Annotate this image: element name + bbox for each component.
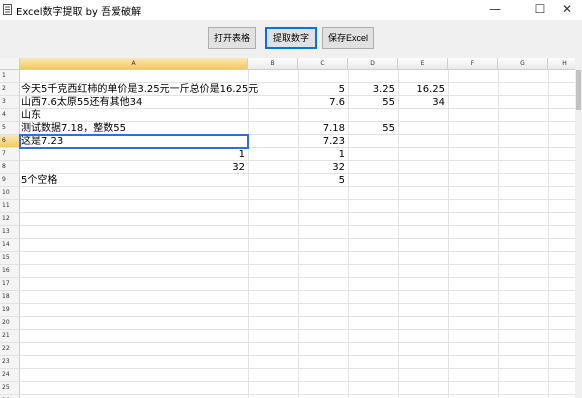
row-header[interactable]: 19: [0, 304, 20, 317]
grid-line: [20, 290, 582, 291]
title-bar: Excel数字提取 by 吾爱破解 — ☐ ✕: [0, 0, 582, 20]
cell-c5[interactable]: 7.18: [298, 122, 348, 135]
window-title: Excel数字提取 by 吾爱破解: [16, 7, 142, 18]
row-header[interactable]: 16: [0, 265, 20, 278]
row-header[interactable]: 7: [0, 148, 20, 161]
grid-line: [20, 303, 582, 304]
grid-line: [20, 394, 582, 395]
grid-line: [20, 212, 582, 213]
column-header-b[interactable]: B: [248, 58, 298, 70]
cell-a3[interactable]: 山西7.6太原55还有其他34: [20, 96, 248, 109]
row-header[interactable]: 9: [0, 174, 20, 187]
row-header[interactable]: 10: [0, 187, 20, 200]
cell-a7[interactable]: 1: [20, 148, 248, 161]
row-header[interactable]: 22: [0, 343, 20, 356]
row-header[interactable]: 24: [0, 369, 20, 382]
row-header[interactable]: 20: [0, 317, 20, 330]
cell-c3[interactable]: 7.6: [298, 96, 348, 109]
grid-line: [248, 70, 249, 398]
column-header-e[interactable]: E: [398, 58, 448, 70]
cell-d5[interactable]: 55: [348, 122, 398, 135]
row-header[interactable]: 11: [0, 200, 20, 213]
row-header[interactable]: 25: [0, 382, 20, 395]
row-header[interactable]: 2: [0, 83, 20, 96]
grid-line: [348, 70, 349, 398]
cell-a6[interactable]: 这是7.23: [20, 135, 248, 148]
grid-line: [20, 355, 582, 356]
grid-line: [20, 225, 582, 226]
app-icon: [3, 4, 12, 15]
grid-line: [398, 70, 399, 398]
save-excel-button[interactable]: 保存Excel: [322, 27, 374, 49]
row-header[interactable]: 13: [0, 226, 20, 239]
grid-line: [20, 277, 582, 278]
cell-c8[interactable]: 32: [298, 161, 348, 174]
cell-a5[interactable]: 测试数据7.18，整数55: [20, 122, 248, 135]
grid-line: [20, 368, 582, 369]
cell-c2[interactable]: 5: [298, 83, 348, 96]
cell-c6[interactable]: 7.23: [298, 135, 348, 148]
column-header-c[interactable]: C: [298, 58, 348, 70]
cell-c9[interactable]: 5: [298, 174, 348, 187]
grid-line: [448, 70, 449, 398]
row-header[interactable]: 21: [0, 330, 20, 343]
row-header[interactable]: 17: [0, 278, 20, 291]
minimize-button[interactable]: —: [475, 0, 515, 20]
cell-a2[interactable]: 今天5千克西红柿的单价是3.25元一斤总价是16.25元: [20, 83, 258, 96]
row-header[interactable]: 23: [0, 356, 20, 369]
row-header[interactable]: 6: [0, 135, 20, 148]
toolbar: 打开表格 提取数字 保存Excel: [0, 20, 582, 58]
row-header[interactable]: 3: [0, 96, 20, 109]
spreadsheet-grid[interactable]: A B C D E F G H 1 2 3 4 5 6 7 8 9 10 11 …: [0, 58, 582, 398]
vertical-scrollbar[interactable]: [575, 58, 582, 398]
cell-c7[interactable]: 1: [298, 148, 348, 161]
cell-a9[interactable]: 5个空格: [20, 174, 248, 187]
open-sheet-button[interactable]: 打开表格: [208, 27, 256, 49]
scrollbar-thumb[interactable]: [576, 70, 581, 110]
select-all-corner[interactable]: [0, 58, 20, 70]
grid-line: [20, 329, 582, 330]
cell-a4[interactable]: 山东: [20, 109, 248, 122]
grid-line: [20, 251, 582, 252]
row-header[interactable]: 4: [0, 109, 20, 122]
row-header[interactable]: 1: [0, 70, 20, 83]
column-header-a[interactable]: A: [20, 58, 248, 70]
cell-e3[interactable]: 34: [398, 96, 448, 109]
column-header-d[interactable]: D: [348, 58, 398, 70]
column-header-f[interactable]: F: [448, 58, 498, 70]
cell-a8[interactable]: 32: [20, 161, 248, 174]
cell-d3[interactable]: 55: [348, 96, 398, 109]
row-header[interactable]: 14: [0, 239, 20, 252]
row-header[interactable]: 18: [0, 291, 20, 304]
cell-e2[interactable]: 16.25: [398, 83, 448, 96]
grid-line: [20, 199, 582, 200]
column-header-g[interactable]: G: [498, 58, 548, 70]
cell-d2[interactable]: 3.25: [348, 83, 398, 96]
row-header[interactable]: 12: [0, 213, 20, 226]
grid-line: [20, 316, 582, 317]
grid-line: [20, 238, 582, 239]
grid-line: [20, 381, 582, 382]
row-header[interactable]: 5: [0, 122, 20, 135]
grid-line: [20, 342, 582, 343]
grid-line: [498, 70, 499, 398]
row-header[interactable]: 8: [0, 161, 20, 174]
grid-line: [548, 70, 549, 398]
extract-numbers-button[interactable]: 提取数字: [265, 27, 317, 49]
close-button[interactable]: ✕: [547, 0, 582, 20]
grid-line: [20, 264, 582, 265]
grid-line: [298, 70, 299, 398]
row-header[interactable]: 15: [0, 252, 20, 265]
